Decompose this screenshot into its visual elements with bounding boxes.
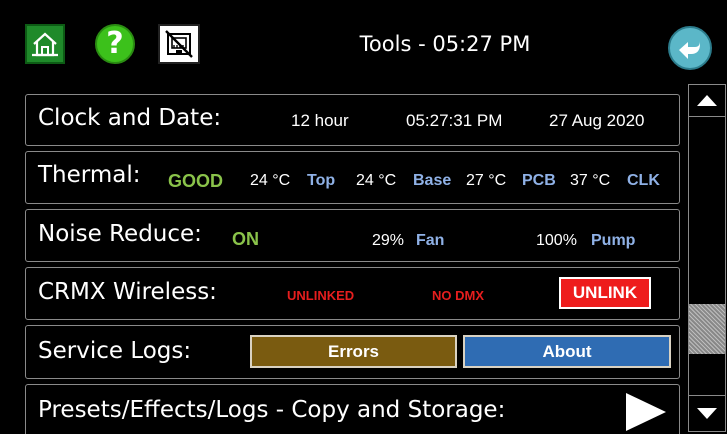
scrollbar[interactable] xyxy=(688,84,726,432)
thermal-pcb-label: PCB xyxy=(522,172,556,189)
thermal-label: Thermal: xyxy=(38,162,141,188)
scroll-down-button[interactable] xyxy=(689,395,725,431)
scroll-up-button[interactable] xyxy=(689,85,725,117)
scroll-thumb[interactable] xyxy=(689,304,725,354)
fan-label: Fan xyxy=(416,232,445,249)
clock-time: 05:27:31 PM xyxy=(406,111,503,130)
clock-label: Clock and Date: xyxy=(38,105,222,131)
fan-value: 29% xyxy=(372,232,405,249)
page-title: Tools - 05:27 PM xyxy=(359,32,531,56)
home-button[interactable] xyxy=(25,24,65,64)
scroll-track[interactable] xyxy=(689,118,725,395)
crmx-dmx-status: NO DMX xyxy=(432,288,484,303)
arrow-down-icon xyxy=(697,408,717,419)
thermal-base-temp: 24 °C xyxy=(356,172,397,189)
presets-storage-row[interactable]: Presets/Effects/Logs - Copy and Storage: xyxy=(25,384,680,434)
crmx-row[interactable]: CRMX Wireless: UNLINKED NO DMX UNLINK xyxy=(25,267,680,320)
arrow-up-icon xyxy=(697,95,717,106)
noise-reduce-row[interactable]: Noise Reduce: ON 29% Fan 100% Pump xyxy=(25,209,680,262)
back-button[interactable] xyxy=(668,26,712,70)
home-icon xyxy=(32,32,58,57)
clock-row[interactable]: Clock and Date: 12 hour 05:27:31 PM 27 A… xyxy=(25,94,680,146)
thermal-top-label: Top xyxy=(307,172,336,189)
thermal-status: GOOD xyxy=(168,171,224,191)
unlink-button[interactable]: UNLINK xyxy=(559,277,651,309)
clock-date: 27 Aug 2020 xyxy=(549,111,645,130)
service-logs-row: Service Logs: Errors About xyxy=(25,325,680,379)
pump-label: Pump xyxy=(591,232,636,249)
thermal-row[interactable]: Thermal: GOOD 24 °C Top 24 °C Base 27 °C… xyxy=(25,151,680,204)
back-arrow-icon xyxy=(679,41,700,59)
thermal-base-label: Base xyxy=(413,172,452,189)
header-bar: ? Tools - 05:27 PM xyxy=(0,0,727,86)
noise-reduce-status: ON xyxy=(232,229,259,249)
network-disconnected-icon xyxy=(165,30,193,58)
thermal-clk-temp: 37 °C xyxy=(570,172,611,189)
presets-storage-label: Presets/Effects/Logs - Copy and Storage: xyxy=(38,397,506,423)
help-icon: ? xyxy=(106,26,124,61)
thermal-clk-label: CLK xyxy=(627,172,660,189)
network-button[interactable] xyxy=(158,24,200,64)
clock-format: 12 hour xyxy=(291,111,349,130)
thermal-top-temp: 24 °C xyxy=(250,172,291,189)
forward-arrow-icon[interactable] xyxy=(626,393,666,431)
thermal-pcb-temp: 27 °C xyxy=(466,172,507,189)
about-button[interactable]: About xyxy=(463,335,671,368)
pump-value: 100% xyxy=(536,232,577,249)
service-logs-label: Service Logs: xyxy=(38,338,192,364)
noise-reduce-label: Noise Reduce: xyxy=(38,221,202,247)
crmx-label: CRMX Wireless: xyxy=(38,279,217,305)
help-button[interactable]: ? xyxy=(95,24,135,64)
crmx-link-status: UNLINKED xyxy=(287,288,355,303)
errors-button[interactable]: Errors xyxy=(250,335,457,368)
